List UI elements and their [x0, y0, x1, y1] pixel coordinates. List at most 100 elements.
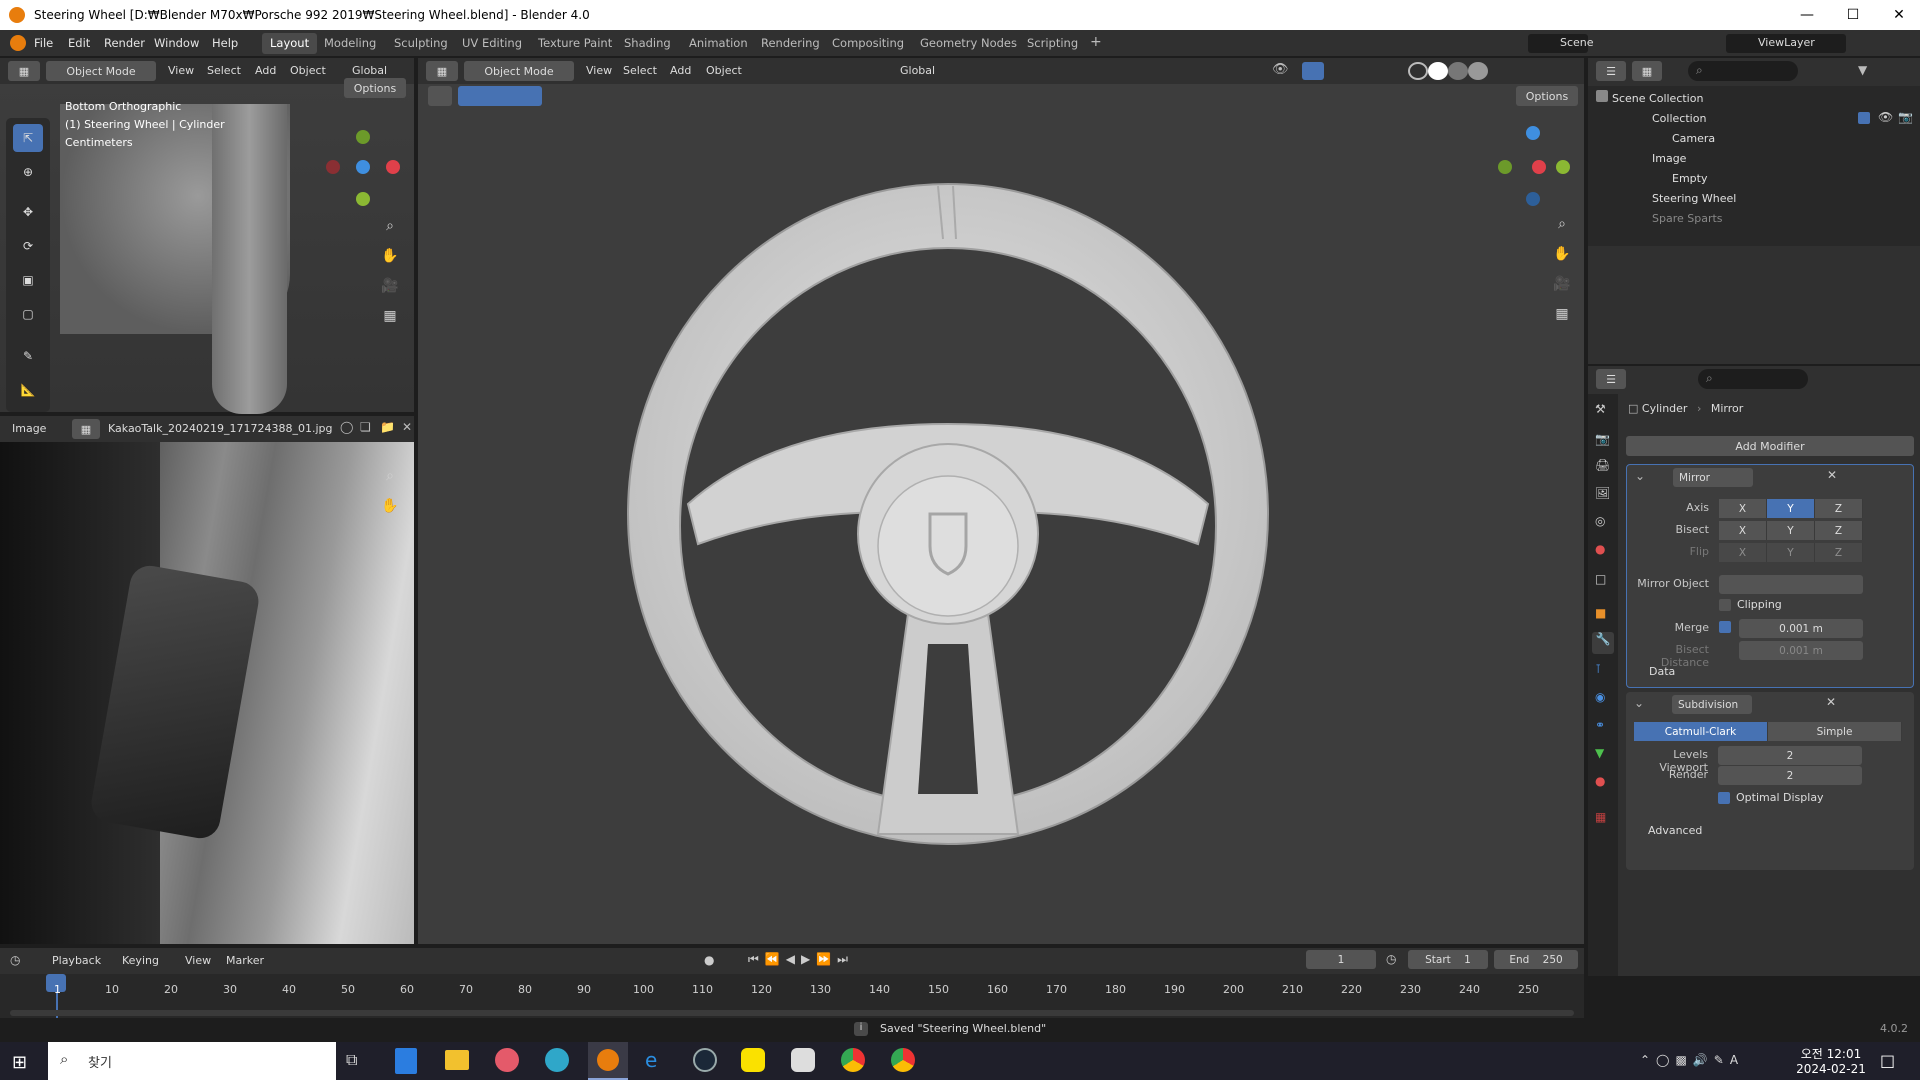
- image-zoom-icon[interactable]: ⌕: [378, 464, 402, 488]
- output-tab-icon[interactable]: 🖨: [1595, 458, 1610, 472]
- menu-view[interactable]: View: [168, 64, 194, 77]
- tab-rendering[interactable]: Rendering: [753, 33, 828, 54]
- editor-type-button[interactable]: ▦: [8, 61, 40, 81]
- camera-view-icon[interactable]: 🎥: [378, 274, 402, 298]
- select-mode-icons[interactable]: [458, 86, 542, 106]
- orientation-dropdown[interactable]: Global: [352, 64, 387, 77]
- main-camera-view-icon[interactable]: 🎥: [1550, 272, 1574, 296]
- main-zoom-icon[interactable]: ⌕: [1550, 212, 1574, 236]
- outliner-item-image[interactable]: Image: [1652, 148, 1686, 168]
- main-gizmo-x-icon[interactable]: [1532, 160, 1546, 174]
- end-frame-field[interactable]: End 250: [1494, 950, 1578, 969]
- move-tool[interactable]: ✥: [13, 198, 43, 226]
- options-button[interactable]: Options: [344, 78, 406, 98]
- collection-eye-icon[interactable]: 👁: [1878, 110, 1893, 124]
- tab-texture-paint[interactable]: Texture Paint: [530, 33, 620, 54]
- timeline-scrollbar[interactable]: [10, 1010, 1574, 1016]
- blender-menu-icon[interactable]: [10, 35, 26, 51]
- object-mode-dropdown[interactable]: Object Mode: [46, 61, 156, 81]
- main-gizmo-z-icon[interactable]: [1526, 126, 1540, 140]
- outliner-item-camera[interactable]: Camera: [1672, 128, 1715, 148]
- data-subpanel-toggle[interactable]: Data: [1649, 665, 1675, 678]
- file-explorer-icon[interactable]: [445, 1050, 469, 1070]
- catmull-clark-toggle[interactable]: Catmull-Clark: [1634, 722, 1768, 741]
- select-box-tool[interactable]: ⇱: [13, 124, 43, 152]
- object-tab-icon[interactable]: ■: [1595, 606, 1606, 620]
- axis-x-toggle[interactable]: X: [1719, 499, 1767, 518]
- wireframe-shading-icon[interactable]: [1408, 62, 1428, 80]
- gizmo-neg-y-icon[interactable]: [356, 192, 370, 206]
- scene-selector[interactable]: Scene: [1528, 34, 1594, 53]
- current-frame-field[interactable]: 1: [1306, 950, 1376, 969]
- bisect-y-toggle[interactable]: Y: [1767, 521, 1815, 540]
- main-menu-select[interactable]: Select: [623, 64, 657, 77]
- collection-tab-icon[interactable]: □: [1595, 572, 1606, 586]
- ortho-grid-icon[interactable]: ▦: [378, 304, 402, 328]
- tab-uv-editing[interactable]: UV Editing: [454, 33, 530, 54]
- chrome-icon[interactable]: [841, 1048, 865, 1072]
- simple-toggle[interactable]: Simple: [1768, 722, 1902, 741]
- tab-modeling[interactable]: Modeling: [316, 33, 384, 54]
- outliner-item-empty[interactable]: Empty: [1672, 168, 1707, 188]
- windows-start-icon[interactable]: ⊞: [12, 1052, 32, 1073]
- levels-viewport-field[interactable]: 2: [1718, 746, 1862, 765]
- timeline-menu-view[interactable]: View: [185, 954, 211, 967]
- texture-tab-icon[interactable]: ▦: [1595, 810, 1606, 824]
- gizmo-z-icon[interactable]: [356, 160, 370, 174]
- mirror-close-icon[interactable]: ✕: [1827, 468, 1837, 482]
- flip-x-toggle[interactable]: X: [1719, 543, 1767, 562]
- main-object-mode-dropdown[interactable]: Object Mode: [464, 61, 574, 81]
- main-viewport-canvas[interactable]: Options ⌕ ✋ 🎥 ▦: [418, 84, 1584, 944]
- collection-checkbox[interactable]: [1858, 112, 1870, 124]
- mirror-collapse-icon[interactable]: ⌄: [1635, 469, 1645, 483]
- add-workspace-icon[interactable]: +: [1090, 34, 1102, 50]
- material-shading-icon[interactable]: [1448, 62, 1468, 80]
- flip-y-toggle[interactable]: Y: [1767, 543, 1815, 562]
- timeline-menu-playback[interactable]: Playback: [52, 954, 101, 967]
- particles-tab-icon[interactable]: ⊺: [1595, 662, 1601, 676]
- tab-animation[interactable]: Animation: [681, 33, 756, 54]
- merge-value-field[interactable]: 0.001 m: [1739, 619, 1863, 638]
- main-navigation-gizmo[interactable]: [1496, 124, 1580, 208]
- menu-render[interactable]: Render: [104, 36, 145, 50]
- zoom-icon[interactable]: ⌕: [378, 214, 402, 238]
- viewlayer-selector[interactable]: ViewLayer: [1726, 34, 1846, 53]
- collection-render-icon[interactable]: 📷: [1898, 110, 1913, 124]
- cursor-tool[interactable]: ⊕: [13, 158, 43, 186]
- blender-taskbar-icon[interactable]: [588, 1042, 628, 1080]
- task-view-icon[interactable]: ⧉: [346, 1050, 357, 1070]
- minimize-button[interactable]: —: [1784, 0, 1830, 30]
- playback-controls[interactable]: ⏮⏪◀▶⏩⏭: [748, 952, 854, 967]
- kakaotalk-icon[interactable]: [741, 1048, 765, 1072]
- maximize-button[interactable]: ☐: [1830, 0, 1876, 30]
- tab-shading[interactable]: Shading: [616, 33, 679, 54]
- add-modifier-button[interactable]: Add Modifier: [1626, 436, 1914, 456]
- chrome2-icon[interactable]: [891, 1048, 915, 1072]
- gizmo-y-icon[interactable]: [356, 130, 370, 144]
- navigation-gizmo[interactable]: [322, 126, 406, 210]
- gizmo-toggle-icon[interactable]: [1302, 62, 1324, 80]
- main-options-button[interactable]: Options: [1516, 86, 1578, 106]
- clipping-checkbox[interactable]: [1719, 599, 1731, 611]
- material-tab-icon[interactable]: ●: [1595, 774, 1605, 788]
- render-levels-field[interactable]: 2: [1718, 766, 1862, 785]
- modifier-tab-icon[interactable]: 🔧: [1592, 632, 1614, 654]
- image-mode-label[interactable]: Image: [12, 422, 46, 435]
- subdivision-close-icon[interactable]: ✕: [1826, 695, 1836, 709]
- outliner-search-input[interactable]: ⌕: [1688, 61, 1798, 81]
- timeline-menu-marker[interactable]: Marker: [226, 954, 264, 967]
- menu-edit[interactable]: Edit: [68, 36, 90, 50]
- scale-tool[interactable]: ▣: [13, 266, 43, 294]
- menu-add[interactable]: Add: [255, 64, 276, 77]
- tab-compositing[interactable]: Compositing: [824, 33, 912, 54]
- constraints-tab-icon[interactable]: ⚭: [1595, 718, 1605, 732]
- image-browse-icon[interactable]: ▦: [72, 419, 100, 439]
- optimal-display-checkbox[interactable]: [1718, 792, 1730, 804]
- render-tab-icon[interactable]: 📷: [1595, 432, 1610, 446]
- timeline-menu-keying[interactable]: Keying: [122, 954, 159, 967]
- main-menu-view[interactable]: View: [586, 64, 612, 77]
- left-viewport-canvas[interactable]: Bottom Orthographic (1) Steering Wheel |…: [0, 78, 414, 414]
- merge-checkbox[interactable]: [1719, 621, 1731, 633]
- data-tab-icon[interactable]: ▼: [1595, 746, 1604, 760]
- app-icon[interactable]: [495, 1048, 519, 1072]
